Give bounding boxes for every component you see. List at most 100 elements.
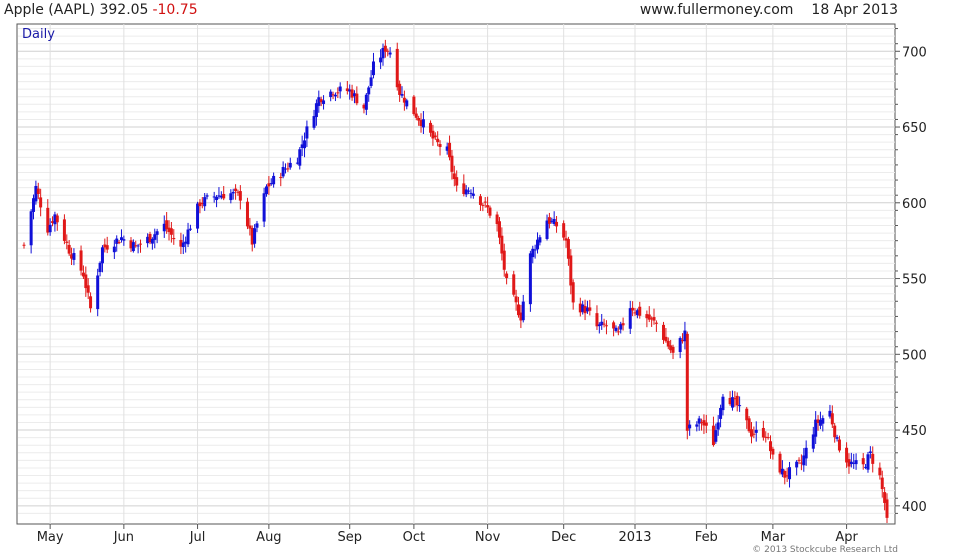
- candle-body: [286, 168, 290, 170]
- candle-body: [505, 273, 509, 279]
- candle-body: [36, 188, 40, 194]
- candle-body: [528, 253, 532, 305]
- candle-body: [100, 247, 104, 264]
- candle-body: [255, 223, 259, 228]
- candle-body: [388, 52, 392, 55]
- candle-body: [62, 219, 66, 241]
- candle-body: [203, 197, 207, 207]
- candle-body: [467, 190, 471, 192]
- y-tick-label: 600: [902, 197, 927, 212]
- candle-body: [400, 94, 404, 96]
- candle-body: [448, 142, 452, 158]
- candle-body: [336, 92, 340, 94]
- candle-body: [797, 459, 801, 461]
- candle-body: [312, 116, 316, 128]
- candle-body: [754, 429, 758, 433]
- candle-body: [253, 228, 257, 244]
- candle-body: [138, 243, 142, 245]
- x-axis: May Jun Jul Aug Sep Oct Nov Dec 2013 Feb Mar Apr: [37, 524, 858, 545]
- candle-body: [79, 250, 83, 271]
- candle-body: [547, 217, 551, 224]
- candle-body: [761, 427, 765, 438]
- candle-body: [521, 301, 525, 321]
- x-tick-label: 2013: [618, 530, 651, 545]
- period-label: Daily: [22, 27, 55, 42]
- candle-body: [833, 425, 837, 438]
- candle-body: [631, 307, 635, 311]
- candle-body: [878, 467, 882, 476]
- x-tick-label: Apr: [835, 530, 858, 545]
- candle-body: [98, 262, 102, 273]
- candle-body: [414, 113, 418, 118]
- candle-body: [55, 215, 59, 223]
- candle-body: [198, 202, 202, 207]
- y-tick-label: 550: [902, 273, 927, 288]
- candle-body: [367, 87, 371, 95]
- candle-body: [868, 451, 872, 454]
- candle-body: [671, 346, 675, 353]
- y-axis: 400 450 500 550 600 650 700: [895, 28, 927, 515]
- candle-body: [804, 447, 808, 459]
- candle-body: [486, 205, 490, 208]
- candle-body: [688, 424, 692, 429]
- candle-body: [355, 93, 359, 104]
- candle-body: [612, 322, 616, 329]
- minor-gridlines: [18, 28, 895, 514]
- candle-body: [122, 239, 126, 241]
- candle-body: [298, 149, 302, 166]
- candle-body: [262, 193, 266, 222]
- candle-body: [117, 242, 121, 244]
- candle-body: [571, 282, 575, 303]
- candle-body: [783, 471, 787, 478]
- candle-body: [431, 130, 435, 139]
- candle-body: [788, 467, 792, 480]
- candle-body: [614, 327, 618, 331]
- candle-body: [364, 94, 368, 110]
- candle-body: [766, 437, 770, 439]
- candle-body: [514, 296, 518, 303]
- candle-body: [196, 203, 200, 229]
- candle-body: [464, 189, 468, 195]
- x-tick-label: Aug: [256, 530, 281, 545]
- candle-body: [86, 285, 90, 293]
- candle-body: [854, 460, 858, 465]
- candle-body: [288, 162, 292, 168]
- candle-body: [29, 211, 33, 246]
- candle-body: [621, 323, 625, 326]
- candle-body: [771, 448, 775, 455]
- candle-body: [96, 275, 100, 310]
- x-tick-label: Oct: [403, 530, 425, 545]
- candle-body: [652, 317, 656, 321]
- candle-body: [595, 313, 599, 327]
- candle-body: [172, 237, 176, 240]
- candle-body: [67, 244, 71, 254]
- candle-body: [48, 224, 52, 233]
- candle-body: [880, 477, 884, 490]
- candle-body: [455, 177, 459, 186]
- x-tick-label: Nov: [475, 530, 501, 545]
- candle-body: [338, 86, 342, 92]
- candle-body: [616, 331, 620, 333]
- candle-body: [234, 188, 238, 192]
- candle-body: [714, 430, 718, 442]
- candle-body: [231, 191, 235, 194]
- x-tick-label: Dec: [551, 530, 576, 545]
- candle-body: [398, 83, 402, 95]
- price-chart: 400 450 500 550 600 650 700 May Jun Jul Aug Sep Oct…: [16, 23, 927, 545]
- candle-body: [835, 437, 839, 439]
- candle-body: [821, 418, 825, 424]
- candle-body: [685, 333, 689, 431]
- candle-body: [89, 296, 93, 309]
- copyright-notice: © 2013 Stockcube Research Ltd: [752, 545, 898, 555]
- candle-body: [861, 458, 865, 465]
- candle-body: [555, 221, 559, 227]
- x-tick-label: May: [37, 530, 64, 545]
- candle-body: [830, 413, 834, 425]
- major-gridlines: [18, 24, 895, 524]
- candle-body: [638, 306, 642, 316]
- candle-body: [72, 253, 76, 260]
- plot-frame: [16, 23, 896, 525]
- candle-body: [600, 321, 604, 326]
- candle-body: [238, 191, 242, 201]
- candle-body: [421, 119, 425, 128]
